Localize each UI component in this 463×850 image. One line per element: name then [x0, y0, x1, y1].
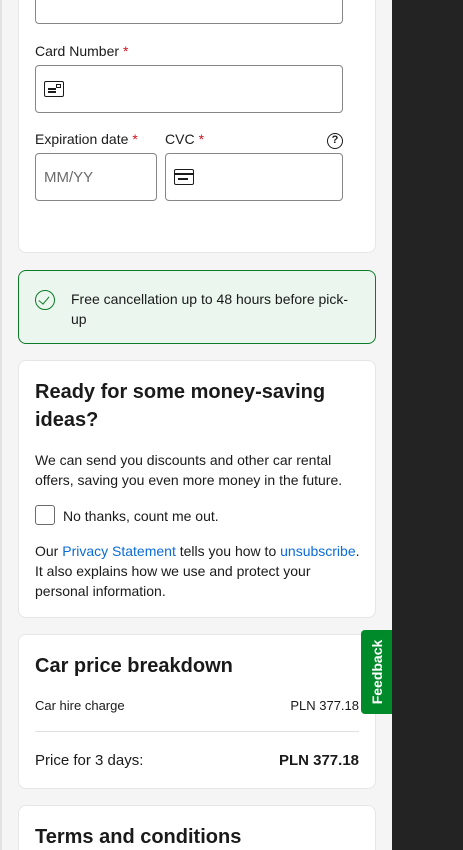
- card-number-input[interactable]: [35, 65, 343, 113]
- privacy-text: Our Privacy Statement tells you how to u…: [35, 543, 360, 599]
- price-breakdown-title: Car price breakdown: [35, 655, 233, 677]
- marketing-card: Ready for some money-saving ideas? We ca…: [18, 360, 376, 618]
- feedback-button[interactable]: Feedback: [361, 630, 392, 714]
- card-number-label: Card Number *: [35, 43, 129, 59]
- card-back-icon: [174, 169, 194, 185]
- check-circle-icon: [35, 290, 55, 310]
- credit-card-icon: [44, 81, 64, 97]
- total-price-row: Price for 3 days: PLN 377.18: [35, 752, 359, 769]
- breakdown-divider: [35, 731, 359, 732]
- opt-out-label[interactable]: No thanks, count me out.: [63, 506, 219, 526]
- cvc-help-icon[interactable]: ?: [327, 133, 343, 149]
- feedback-label: Feedback: [368, 639, 385, 705]
- expiration-date-input[interactable]: MM/YY: [35, 153, 157, 201]
- cvc-input[interactable]: [165, 153, 343, 201]
- car-hire-value: PLN 377.18: [290, 698, 359, 713]
- terms-title: Terms and conditions: [35, 826, 242, 848]
- cvc-label: CVC *: [165, 131, 205, 147]
- price-breakdown-card: Car price breakdown Car hire charge PLN …: [18, 634, 376, 789]
- checkout-page: Card Number * Expiration date * CVC * ? MM/…: [0, 0, 392, 850]
- unsubscribe-link[interactable]: unsubscribe: [280, 543, 356, 559]
- total-price-value: PLN 377.18: [278, 752, 359, 769]
- opt-out-checkbox[interactable]: [35, 505, 55, 525]
- total-price-label: Price for 3 days:: [35, 752, 144, 769]
- car-hire-label: Car hire charge: [35, 698, 125, 713]
- payment-card: Card Number * Expiration date * CVC * ? MM/…: [18, 0, 376, 253]
- car-hire-row: Car hire charge PLN 377.18: [35, 698, 359, 713]
- expiration-date-label: Expiration date *: [35, 131, 138, 147]
- marketing-title: Ready for some money-saving ideas?: [35, 381, 326, 431]
- free-cancellation-notice: Free cancellation up to 48 hours before …: [18, 270, 376, 344]
- privacy-statement-link[interactable]: Privacy Statement: [62, 543, 176, 559]
- notice-text: Free cancellation up to 48 hours before …: [71, 291, 349, 327]
- terms-card: Terms and conditions: [18, 805, 376, 850]
- marketing-description: We can send you discounts and other car …: [35, 452, 343, 488]
- expiration-placeholder: MM/YY: [44, 169, 94, 186]
- previous-input-field[interactable]: [35, 0, 343, 24]
- page-edge: [0, 0, 2, 850]
